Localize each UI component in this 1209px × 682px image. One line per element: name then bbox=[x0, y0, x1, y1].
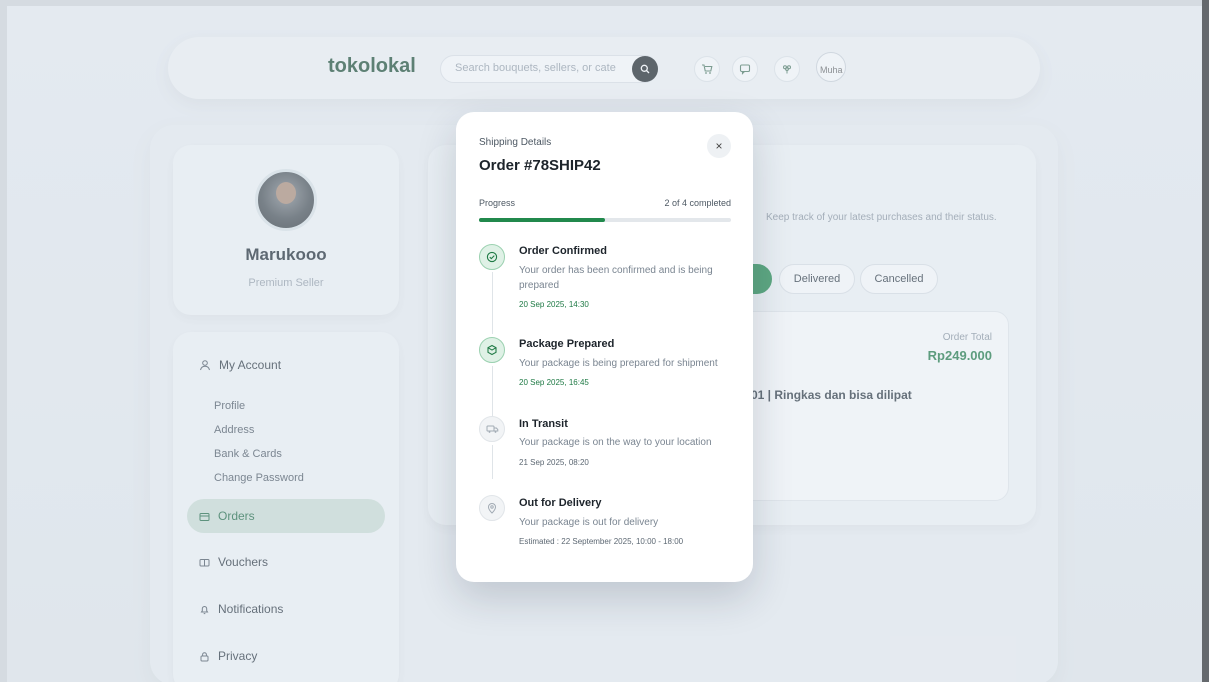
truck-icon bbox=[486, 425, 498, 433]
step-time: 20 Sep 2025, 14:30 bbox=[519, 300, 589, 309]
step-description: Your package is being prepared for shipm… bbox=[519, 358, 718, 369]
close-icon: × bbox=[715, 139, 723, 153]
step-description: Your package is on the way to your locat… bbox=[519, 437, 712, 448]
step-description: Your order has been confirmed and is bei… bbox=[519, 265, 713, 291]
step-title: Package Prepared bbox=[519, 338, 615, 350]
step-title: Out for Delivery bbox=[519, 497, 602, 509]
step-time: Estimated : 22 September 2025, 10:00 - 1… bbox=[519, 537, 684, 546]
step-time: 21 Sep 2025, 08:20 bbox=[519, 458, 589, 467]
timeline-connector bbox=[492, 445, 493, 479]
step-prepared-icon-wrap bbox=[479, 337, 505, 363]
progress-bar-fill bbox=[479, 218, 605, 222]
page: tokolokal Search bouquets, sellers, or c… bbox=[0, 0, 1209, 682]
progress-label: Progress bbox=[479, 198, 516, 208]
step-confirmed-icon-wrap bbox=[479, 244, 505, 270]
location-pin-icon bbox=[487, 503, 497, 514]
progress-bar bbox=[479, 218, 731, 222]
step-time: 20 Sep 2025, 16:45 bbox=[519, 378, 589, 387]
modal-kicker: Shipping Details bbox=[479, 137, 552, 148]
progress-count: 2 of 4 completed bbox=[664, 198, 731, 208]
step-title: In Transit bbox=[519, 418, 568, 430]
step-description: Your package is out for delivery bbox=[519, 517, 659, 528]
box-icon bbox=[487, 344, 497, 356]
shipping-details-modal: Shipping Details Order #78SHIP42 × Progr… bbox=[456, 112, 753, 582]
timeline-connector bbox=[492, 366, 493, 416]
step-transit-icon-wrap bbox=[479, 416, 505, 442]
step-delivery-icon-wrap bbox=[479, 495, 505, 521]
step-title: Order Confirmed bbox=[519, 245, 608, 257]
close-button[interactable]: × bbox=[707, 134, 731, 158]
modal-title: Order #78SHIP42 bbox=[479, 157, 601, 174]
timeline-connector bbox=[492, 272, 493, 334]
check-circle-icon bbox=[486, 251, 498, 263]
